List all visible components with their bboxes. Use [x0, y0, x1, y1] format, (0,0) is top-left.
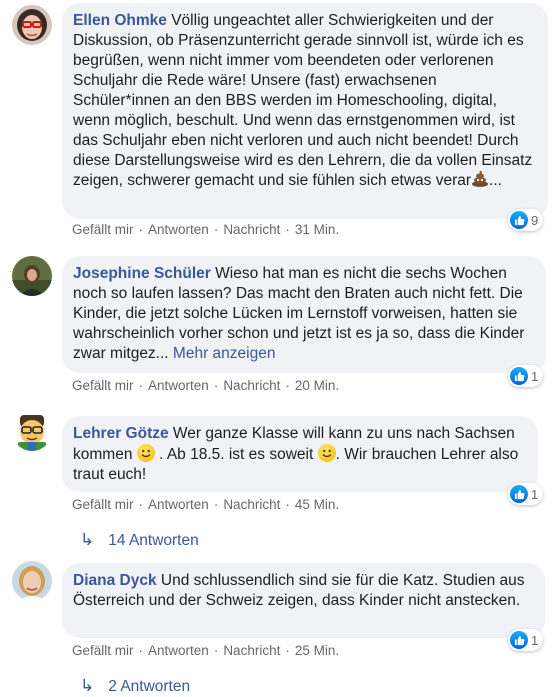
thumbs-up-icon: [510, 211, 528, 229]
reply-link[interactable]: Antworten: [148, 497, 209, 512]
thumbs-up-icon: [510, 631, 528, 649]
comment-text: . Ab 18.5. ist es soweit: [159, 446, 314, 463]
woman-red-glasses-avatar[interactable]: [12, 5, 52, 45]
separator: ·: [138, 497, 144, 512]
separator: ·: [285, 643, 290, 658]
timestamp[interactable]: 31 Min.: [295, 222, 339, 237]
view-replies-link[interactable]: ↳ 14 Antworten: [80, 530, 199, 550]
reply-link[interactable]: Antworten: [148, 378, 209, 393]
view-replies-link[interactable]: ↳ 2 Antworten: [80, 676, 190, 696]
comment-bubble: Ellen Ohmke Völlig ungeachtet aller Schw…: [62, 3, 548, 219]
reply-arrow-icon: ↳: [80, 676, 95, 695]
separator: ·: [213, 222, 219, 237]
thumbs-up-icon: [510, 367, 528, 385]
message-link[interactable]: Nachricht: [223, 643, 280, 658]
replies-count: 2 Antworten: [108, 678, 191, 695]
comment-actions: Gefällt mir · Antworten · Nachricht · 20 Min.: [72, 378, 339, 393]
message-link[interactable]: Nachricht: [223, 497, 280, 512]
comment-actions: Gefällt mir · Antworten · Nachricht · 25 Min.: [72, 643, 339, 658]
reaction-number: 1: [531, 632, 539, 648]
message-link[interactable]: Nachricht: [223, 378, 280, 393]
reply-link[interactable]: Antworten: [148, 643, 209, 658]
poop-emoji-icon: [471, 170, 489, 189]
timestamp[interactable]: 25 Min.: [295, 643, 339, 658]
timestamp[interactable]: 45 Min.: [295, 497, 339, 512]
woman-outdoor-avatar[interactable]: [12, 256, 52, 296]
comment-text-end: ...: [489, 172, 502, 189]
smiley-icon: [136, 444, 155, 462]
show-more-link[interactable]: Mehr anzeigen: [173, 345, 276, 362]
reaction-number: 1: [531, 486, 539, 502]
separator: ·: [285, 222, 290, 237]
separator: ·: [285, 378, 290, 393]
comment-author[interactable]: Lehrer Götze: [73, 425, 169, 442]
message-link[interactable]: Nachricht: [223, 222, 280, 237]
separator: ·: [138, 222, 144, 237]
reply-arrow-icon: ↳: [80, 530, 95, 549]
separator: ·: [138, 643, 144, 658]
comment-actions: Gefällt mir · Antworten · Nachricht · 31 Min.: [72, 222, 339, 237]
smiley-icon: [317, 444, 336, 462]
like-link[interactable]: Gefällt mir: [72, 497, 134, 512]
separator: ·: [213, 378, 219, 393]
reaction-count[interactable]: 1: [508, 365, 544, 387]
separator: ·: [138, 378, 144, 393]
comment-author[interactable]: Josephine Schüler: [73, 265, 211, 282]
like-link[interactable]: Gefällt mir: [72, 643, 134, 658]
comment-bubble: Diana Dyck Und schlussendlich sind sie f…: [62, 563, 545, 638]
thumbs-up-icon: [510, 485, 528, 503]
comment-author[interactable]: Ellen Ohmke: [73, 12, 167, 29]
like-link[interactable]: Gefällt mir: [72, 222, 134, 237]
woman-blonde-avatar[interactable]: [12, 561, 52, 601]
reaction-number: 1: [531, 368, 539, 384]
reaction-count[interactable]: 1: [508, 483, 544, 505]
reaction-count[interactable]: 1: [508, 629, 544, 651]
comment-bubble: Lehrer Götze Wer ganze Klasse will kann …: [62, 416, 538, 492]
comment-actions: Gefällt mir · Antworten · Nachricht · 45 Min.: [72, 497, 339, 512]
reaction-count[interactable]: 9: [508, 209, 544, 231]
timestamp[interactable]: 20 Min.: [295, 378, 339, 393]
separator: ·: [285, 497, 290, 512]
like-link[interactable]: Gefällt mir: [72, 378, 134, 393]
comment-author[interactable]: Diana Dyck: [73, 572, 157, 589]
separator: ·: [213, 643, 219, 658]
reply-link[interactable]: Antworten: [148, 222, 209, 237]
replies-count: 14 Antworten: [108, 532, 199, 549]
reaction-number: 9: [531, 212, 539, 228]
separator: ·: [213, 497, 219, 512]
comment-bubble: Josephine Schüler Wieso hat man es nicht…: [62, 256, 546, 373]
teacher-emoji-avatar[interactable]: [12, 411, 52, 451]
comment-text: Völlig ungeachtet aller Schwierigkeiten …: [73, 12, 533, 189]
